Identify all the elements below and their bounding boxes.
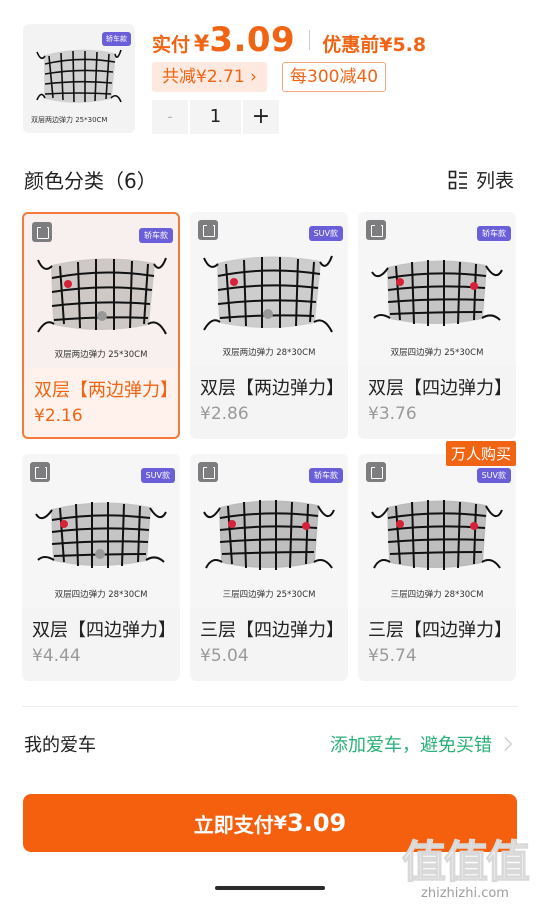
image-caption: 双层四边弹力 28*30CM bbox=[54, 590, 148, 600]
car-type-badge: SUV款 bbox=[308, 226, 343, 241]
image-caption: 双层两边弹力 25*30CM bbox=[54, 350, 148, 360]
paid-amount: 3.09 bbox=[209, 20, 296, 60]
variant-name: 双层【两边弹力】 bbox=[200, 378, 340, 399]
variant-price: ¥5.04 bbox=[200, 646, 249, 666]
thumbnail-caption: 双层两边弹力 25*30CM bbox=[31, 116, 108, 124]
variant-name: 三层【四边弹力】 bbox=[368, 620, 508, 641]
pay-amount: 3.09 bbox=[287, 809, 347, 837]
variant-price: ¥3.76 bbox=[368, 404, 417, 424]
zoom-icon[interactable] bbox=[198, 462, 218, 482]
cargo-net-image bbox=[35, 502, 167, 568]
cargo-net-image bbox=[203, 500, 335, 570]
zoom-icon[interactable] bbox=[366, 462, 386, 482]
increase-button[interactable]: + bbox=[243, 100, 279, 134]
paid-currency: ¥ bbox=[194, 32, 210, 57]
section-divider bbox=[22, 706, 518, 707]
variant-name: 三层【四边弹力】 bbox=[200, 620, 340, 641]
variant-price: ¥2.16 bbox=[34, 406, 83, 426]
price-divider bbox=[309, 30, 311, 50]
add-car-link[interactable]: 添加爱车，避免买错 bbox=[330, 731, 513, 757]
image-caption: 三层四边弹力 25*30CM bbox=[222, 590, 316, 600]
variant-card[interactable]: 轿车款 双层两边弹力 25*30CM 双层【两边弹力】 ¥2.16 bbox=[22, 212, 180, 439]
price-summary: 实付 ¥ 3.09 优惠前 ¥5.8 bbox=[152, 20, 426, 60]
zoom-icon[interactable] bbox=[30, 462, 50, 482]
variant-price: ¥4.44 bbox=[32, 646, 81, 666]
variant-name: 双层【四边弹力】 bbox=[32, 620, 172, 641]
pay-label: 立即支付 bbox=[193, 812, 274, 837]
image-caption: 三层四边弹力 28*30CM bbox=[390, 590, 484, 600]
decrease-button[interactable]: - bbox=[152, 100, 188, 134]
zoom-icon[interactable] bbox=[32, 222, 52, 242]
site-watermark: 值值值 zhizhizhi.com bbox=[401, 826, 530, 901]
paid-label: 实付 bbox=[152, 34, 191, 56]
watermark-logo: 值值值 bbox=[401, 836, 530, 888]
quantity-stepper: - 1 + bbox=[152, 100, 279, 134]
car-type-badge: 轿车款 bbox=[139, 228, 173, 243]
car-type-badge: 轿车款 bbox=[477, 226, 511, 241]
savings-detail-button[interactable]: 共减¥2.71 › bbox=[152, 62, 267, 92]
variant-card[interactable]: SUV款 双层四边弹力 28*30CM 双层【四边弹力】 ¥4.44 bbox=[22, 454, 180, 681]
variant-name: 双层【两边弹力】 bbox=[34, 380, 174, 401]
variant-name: 双层【四边弹力】 bbox=[368, 378, 508, 399]
car-type-badge: SUV款 bbox=[140, 468, 175, 483]
quantity-input[interactable]: 1 bbox=[190, 100, 241, 134]
variant-card[interactable]: 万人购买 SUV款 三层四边弹力 28*30CM 三层【四边弹力】 ¥5.74 bbox=[358, 441, 516, 681]
variant-section-title: 颜色分类（6） bbox=[24, 169, 157, 193]
car-type-badge: SUV款 bbox=[476, 468, 511, 483]
car-type-badge: 轿车款 bbox=[309, 468, 343, 483]
pay-currency: ¥ bbox=[273, 812, 287, 834]
list-icon bbox=[448, 170, 467, 189]
product-thumbnail[interactable]: 轿车款 双层两边弹力 25*30CM bbox=[23, 24, 135, 133]
view-toggle-label: 列表 bbox=[475, 170, 514, 192]
image-caption: 双层四边弹力 25*30CM bbox=[390, 348, 484, 358]
variant-grid: 轿车款 双层两边弹力 25*30CM 双层【两边弹力】 ¥2.16 SUV款 双… bbox=[22, 212, 516, 681]
zoom-icon[interactable] bbox=[198, 220, 218, 240]
chevron-right-icon bbox=[497, 736, 513, 752]
cargo-net-image bbox=[36, 49, 122, 103]
variant-price: ¥5.74 bbox=[368, 646, 417, 666]
cargo-net-image bbox=[371, 500, 503, 570]
cargo-net-image bbox=[37, 257, 167, 335]
promo-badge: 每300减40 bbox=[282, 62, 387, 92]
variant-card[interactable]: SUV款 双层两边弹力 28*30CM 双层【两边弹力】 ¥2.86 bbox=[190, 212, 348, 439]
before-price: ¥5.8 bbox=[379, 34, 427, 56]
zoom-icon[interactable] bbox=[366, 220, 386, 240]
bestseller-badge: 万人购买 bbox=[445, 441, 516, 466]
add-car-link-label: 添加爱车，避免买错 bbox=[330, 735, 492, 756]
cargo-net-image bbox=[371, 260, 503, 326]
cargo-net-image bbox=[203, 255, 333, 333]
variant-card[interactable]: 轿车款 三层四边弹力 25*30CM 三层【四边弹力】 ¥5.04 bbox=[190, 454, 348, 681]
list-view-toggle[interactable]: 列表 bbox=[448, 166, 514, 193]
image-caption: 双层两边弹力 28*30CM bbox=[222, 348, 316, 358]
before-label: 优惠前 bbox=[322, 34, 380, 56]
variant-card[interactable]: 轿车款 双层四边弹力 25*30CM 双层【四边弹力】 ¥3.76 bbox=[358, 212, 516, 439]
variant-price: ¥2.86 bbox=[200, 404, 249, 424]
home-indicator[interactable] bbox=[215, 886, 325, 890]
my-car-label: 我的爱车 bbox=[24, 735, 96, 756]
